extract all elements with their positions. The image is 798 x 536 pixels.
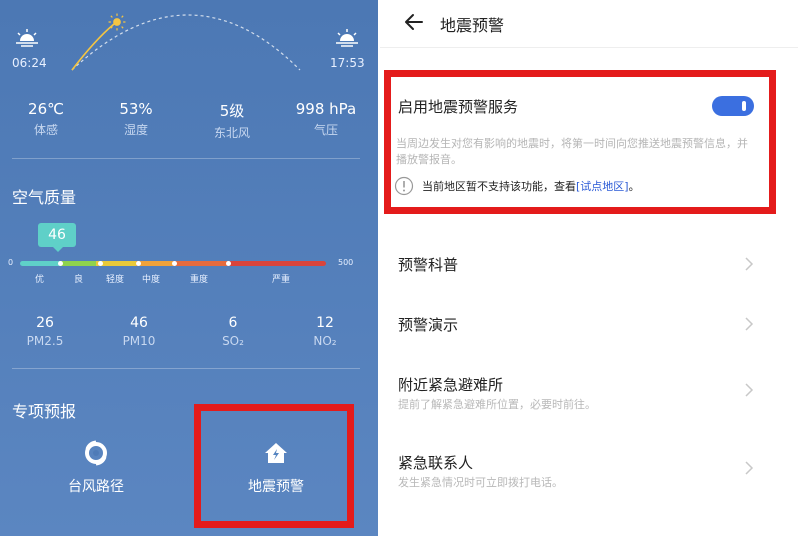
air-quality-title: 空气质量 [12,188,77,207]
aqi-segment [228,261,326,266]
special-forecast-title: 专项预报 [12,402,77,421]
aqi-level-label: 重度 [190,275,209,285]
humidity-stat: 53% 湿度 [96,100,176,138]
stat-value: 53% [119,100,153,118]
pollutant-value: 12 [316,315,334,331]
back-arrow-icon[interactable] [402,10,426,34]
so2-stat: 6 SO₂ [198,315,268,348]
wind-stat: 5级 东北风 [192,100,272,141]
pollutant-label: NO₂ [313,334,337,348]
weather-panel: 06:24 17:53 26℃ 体感 53% 湿度 5级 东北风 998 hPa… [0,0,378,536]
aqi-tick [98,261,103,266]
menu-item-title: 附近紧急避难所 [398,376,504,394]
stat-value: 5级 [219,102,245,120]
stat-label: 体感 [33,123,58,137]
chevron-right-icon [745,461,754,475]
sunrise-time: 06:24 [12,56,47,70]
highlight-box-enable-service [384,70,776,214]
chevron-right-icon [745,383,754,397]
pollutant-value: 6 [228,315,238,331]
aqi-level-label: 轻度 [106,275,125,285]
aqi-segment [172,261,229,266]
aqi-level-label: 优 [35,275,45,285]
highlight-box-earthquake-button [194,404,354,528]
aqi-scale-min: 0 [8,258,14,267]
menu-item-title: 预警科普 [398,256,459,274]
page-title: 地震预警 [440,16,505,35]
stat-label: 东北风 [213,126,250,140]
pollutant-value: 46 [130,315,148,331]
aqi-value-badge: 46 [38,223,76,252]
pollutant-value: 26 [36,315,54,331]
aqi-tick [136,261,141,266]
divider [12,158,360,159]
typhoon-path-button[interactable]: 台风路径 [36,440,156,496]
feels-like-stat: 26℃ 体感 [6,100,86,138]
pm10-stat: 46 PM10 [104,315,174,348]
menu-item-alert-demo[interactable]: 预警演示 [380,292,798,352]
sun-icon [108,13,126,31]
divider [12,368,360,369]
menu-item-shelters[interactable]: 附近紧急避难所 提前了解紧急避难所位置，必要时前往。 [380,362,798,422]
pollutant-label: PM2.5 [26,334,64,348]
pressure-stat: 998 hPa 气压 [286,100,366,138]
aqi-segment [20,261,60,266]
typhoon-icon [85,440,107,466]
aqi-level-label: 中度 [142,275,161,285]
sunrise-icon [16,29,38,47]
no2-stat: 12 NO₂ [290,315,360,348]
aqi-tick [226,261,231,266]
menu-item-alert-science[interactable]: 预警科普 [380,232,798,292]
aqi-level-label: 严重 [272,275,291,285]
stat-label: 湿度 [123,123,148,137]
aqi-scale-max: 500 [338,258,354,267]
menu-item-subtitle: 提前了解紧急避难所位置，必要时前往。 [398,398,596,411]
stat-value: 998 hPa [295,100,357,118]
aqi-tick [58,261,63,266]
pollutant-label: SO₂ [222,334,244,348]
menu-item-title: 紧急联系人 [398,454,474,472]
aqi-level-label: 良 [74,275,84,285]
divider [380,47,798,48]
typhoon-path-label: 台风路径 [68,479,124,495]
sun-path-arc [71,14,301,71]
aqi-segment [136,261,173,266]
menu-item-subtitle: 发生紧急情况时可立即拨打电话。 [398,476,563,489]
sunset-time: 17:53 [330,56,365,70]
menu-item-emergency-contacts[interactable]: 紧急联系人 发生紧急情况时可立即拨打电话。 [380,440,798,500]
earthquake-settings-page: 地震预警 启用地震预警服务 当周边发生对您有影响的地震时，将第一时间向您推送地震… [380,0,798,536]
aqi-tick [172,261,177,266]
chevron-right-icon [745,257,754,271]
pollutant-label: PM10 [122,334,156,348]
stat-label: 气压 [313,123,338,137]
aqi-segment [59,261,97,266]
pm25-stat: 26 PM2.5 [10,315,80,348]
stat-value: 26℃ [28,100,64,118]
chevron-right-icon [745,317,754,331]
menu-item-title: 预警演示 [398,316,459,334]
sunset-icon [336,29,358,47]
